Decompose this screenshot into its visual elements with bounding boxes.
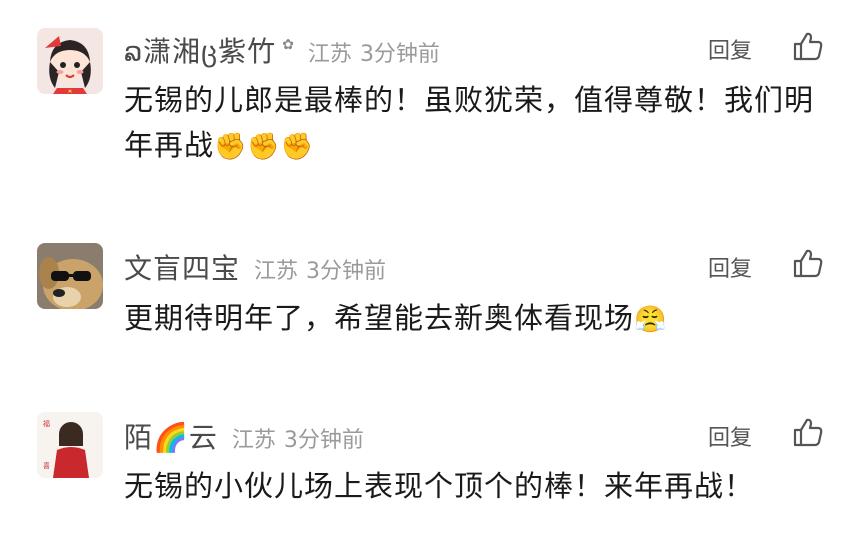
thumbs-up-icon (793, 249, 823, 278)
timestamp: 3分钟前 (306, 259, 387, 284)
rainbow-emoji-icon: 🌈 (153, 421, 189, 454)
like-button[interactable] (792, 416, 824, 448)
girl-avatar-icon (37, 28, 103, 94)
fist-emoji-icon: ✊ (247, 131, 281, 162)
comment-body: 更期待明年了，希望能去新奥体看现场 (124, 301, 635, 335)
location: 江苏 (231, 428, 276, 453)
avatar[interactable]: 福 喜 (37, 412, 103, 478)
girl-red-dress-avatar-icon: 福 喜 (37, 412, 103, 478)
dog-sunglasses-avatar-icon (37, 243, 103, 309)
flower-badge-icon: ✿ (282, 37, 294, 53)
svg-text:喜: 喜 (43, 461, 50, 470)
fist-emoji-icon: ✊ (214, 131, 248, 162)
location: 江苏 (307, 42, 352, 67)
username[interactable]: 文盲四宝 (124, 247, 240, 287)
timestamp: 3分钟前 (359, 42, 440, 67)
fist-emoji-icon: ✊ (280, 131, 315, 162)
timestamp: 3分钟前 (283, 428, 364, 453)
determined-face-emoji-icon: 😤 (634, 304, 668, 335)
username-text: 陌 (124, 421, 154, 454)
thumbs-up-icon (793, 32, 823, 61)
username[interactable]: ລ潇湘ც紫竹 (124, 30, 276, 70)
username-suffix: 云 (188, 421, 218, 454)
username[interactable]: 陌🌈云 (124, 416, 218, 456)
reply-button[interactable]: 回复 (708, 251, 752, 283)
reply-button[interactable]: 回复 (708, 33, 752, 65)
reply-button[interactable]: 回复 (708, 420, 752, 452)
like-button[interactable] (792, 30, 824, 62)
svg-text:福: 福 (43, 419, 50, 428)
comment-meta: ລ潇湘ც紫竹 ✿ 江苏 3分钟前 (124, 30, 440, 70)
comment-text: 无锡的儿郎是最棒的！虽败犹荣，值得尊敬！我们明年再战✊✊✊ (124, 78, 824, 170)
like-button[interactable] (792, 247, 824, 279)
comment-text: 更期待明年了，希望能去新奥体看现场😤 (124, 296, 824, 343)
comment-meta: 陌🌈云 江苏 3分钟前 (124, 416, 364, 456)
comment-text: 无锡的小伙儿场上表现个顶个的棒！来年再战！ (124, 464, 824, 509)
thumbs-up-icon (793, 418, 823, 447)
avatar[interactable] (37, 28, 103, 94)
comment-meta: 文盲四宝 江苏 3分钟前 (124, 247, 386, 287)
avatar[interactable] (37, 243, 103, 309)
location: 江苏 (254, 259, 299, 284)
comment-body: 无锡的小伙儿场上表现个顶个的棒！来年再战！ (124, 469, 755, 503)
